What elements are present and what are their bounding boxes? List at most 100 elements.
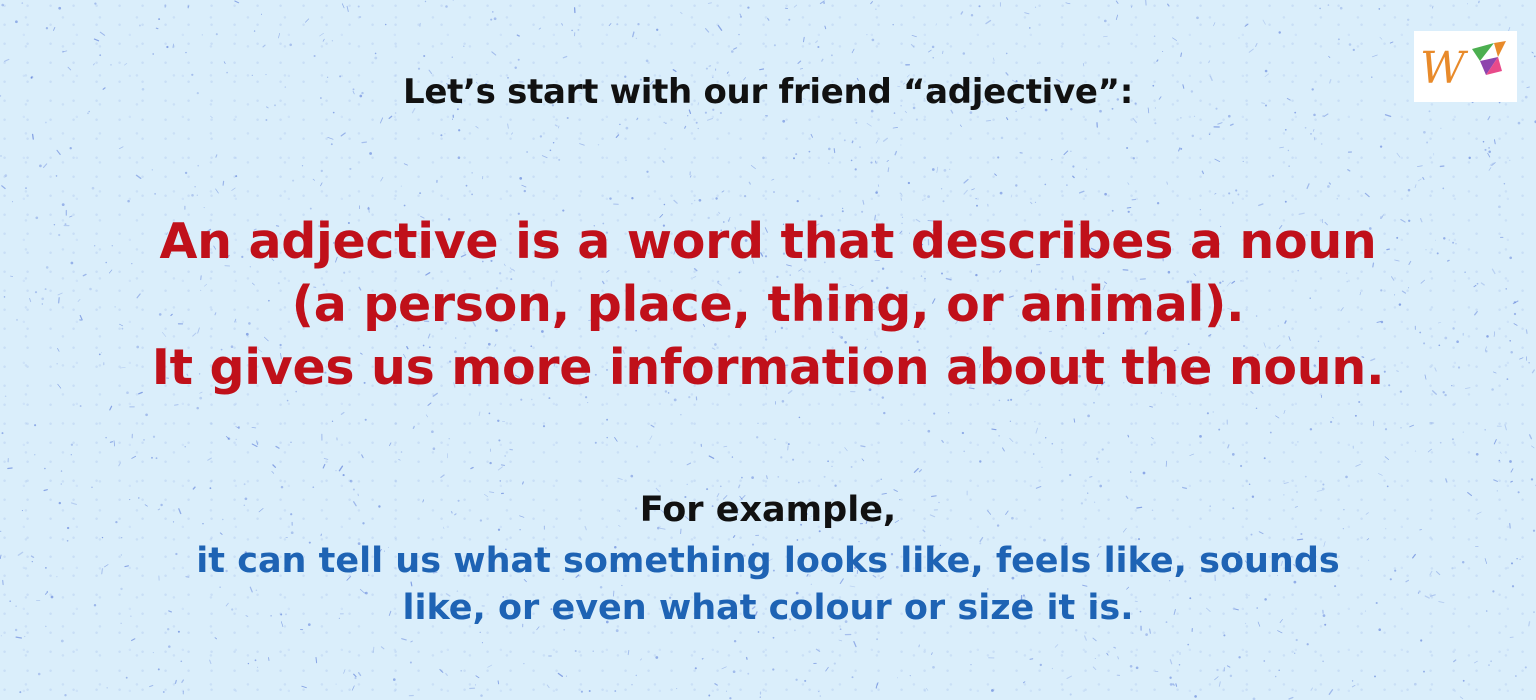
speckle-mark — [707, 2, 712, 4]
speckle-mark — [639, 658, 642, 661]
speckle-mark — [991, 689, 994, 692]
speckle-mark — [184, 445, 186, 448]
speckle-mark — [1271, 174, 1275, 177]
speckle-mark — [335, 469, 337, 472]
speckle-mark — [705, 67, 708, 70]
speckle-mark — [4, 174, 8, 177]
speckle-mark — [69, 147, 72, 150]
speckle-mark — [1386, 485, 1389, 488]
speckle-mark — [341, 3, 345, 9]
speckle-mark — [53, 27, 56, 31]
speckle-mark — [1306, 643, 1309, 646]
speckle-mark — [1005, 52, 1008, 55]
speckle-mark — [606, 418, 609, 421]
speckle-mark — [45, 121, 47, 124]
speckle-mark — [918, 469, 922, 473]
speckle-mark — [844, 447, 848, 452]
speckle-mark — [342, 474, 345, 477]
speckle-mark — [684, 125, 687, 129]
speckle-mark — [819, 695, 822, 697]
speckle-mark — [1423, 670, 1425, 673]
speckle-mark — [1300, 532, 1303, 536]
speckle-mark — [880, 478, 882, 480]
speckle-mark — [1226, 665, 1231, 668]
speckle-mark — [44, 467, 46, 470]
speckle-mark — [1331, 416, 1335, 419]
speckle-mark — [757, 422, 759, 424]
speckle-mark — [1263, 457, 1266, 460]
speckle-mark — [451, 56, 453, 58]
speckle-mark — [1288, 165, 1290, 167]
speckle-mark — [1082, 62, 1085, 67]
speckle-mark — [487, 664, 493, 668]
speckle-mark — [351, 685, 355, 691]
speckle-mark — [1051, 442, 1054, 445]
speckle-mark — [215, 33, 218, 36]
speckle-mark — [1024, 12, 1030, 15]
speckle-mark — [192, 486, 196, 490]
speckle-mark — [105, 436, 107, 439]
speckle-mark — [1069, 693, 1072, 696]
speckle-mark — [361, 141, 367, 144]
speckle-mark — [315, 656, 318, 664]
speckle-mark — [928, 49, 932, 53]
speckle-mark — [798, 416, 801, 419]
speckle-mark — [151, 456, 153, 459]
speckle-mark — [361, 454, 364, 459]
speckle-mark — [1145, 139, 1149, 143]
speckle-mark — [747, 672, 750, 675]
speckle-mark — [1442, 187, 1445, 190]
definition-block: An adjective is a word that describes a … — [0, 210, 1536, 399]
speckle-mark — [388, 115, 393, 120]
speckle-mark — [432, 447, 436, 450]
speckle-mark — [1066, 675, 1073, 680]
speckle-mark — [1406, 18, 1410, 22]
speckle-mark — [694, 199, 696, 202]
speckle-mark — [471, 193, 473, 196]
speckle-mark — [1028, 27, 1031, 29]
speckle-mark — [210, 115, 213, 119]
speckle-mark — [975, 197, 977, 200]
speckle-mark — [492, 11, 494, 13]
speckle-mark — [1132, 157, 1135, 160]
speckle-mark — [866, 33, 868, 36]
speckle-mark — [1417, 165, 1423, 167]
speckle-mark — [60, 470, 63, 472]
speckle-mark — [124, 62, 128, 66]
speckle-mark — [196, 194, 198, 196]
speckle-mark — [162, 691, 165, 693]
speckle-mark — [1474, 660, 1478, 664]
speckle-mark — [1400, 426, 1402, 429]
speckle-mark — [409, 661, 412, 664]
speckle-mark — [1178, 663, 1181, 666]
speckle-mark — [1065, 2, 1071, 5]
speckle-mark — [1374, 675, 1376, 678]
speckle-mark — [523, 662, 525, 665]
speckle-mark — [1010, 398, 1013, 401]
speckle-mark — [762, 156, 765, 160]
speckle-mark — [1216, 668, 1219, 672]
speckle-mark — [900, 144, 902, 146]
speckle-mark — [698, 198, 702, 202]
speckle-mark — [25, 187, 27, 189]
speckle-mark — [1083, 635, 1087, 641]
speckle-mark — [850, 159, 853, 162]
speckle-mark — [1212, 411, 1214, 413]
speckle-mark — [922, 529, 926, 533]
speckle-mark — [922, 199, 924, 201]
speckle-mark — [526, 151, 528, 153]
speckle-mark — [478, 411, 481, 417]
speckle-mark — [985, 19, 992, 25]
speckle-mark — [703, 657, 705, 659]
speckle-mark — [940, 188, 943, 190]
speckle-mark — [833, 662, 836, 665]
speckle-mark — [79, 405, 82, 407]
speckle-mark — [915, 118, 918, 121]
speckle-mark — [517, 58, 520, 61]
speckle-mark — [113, 440, 115, 447]
speckle-mark — [1278, 669, 1280, 671]
speckle-mark — [488, 412, 491, 415]
speckle-mark — [489, 461, 492, 465]
speckle-mark — [862, 199, 865, 205]
speckle-mark — [1351, 680, 1354, 682]
